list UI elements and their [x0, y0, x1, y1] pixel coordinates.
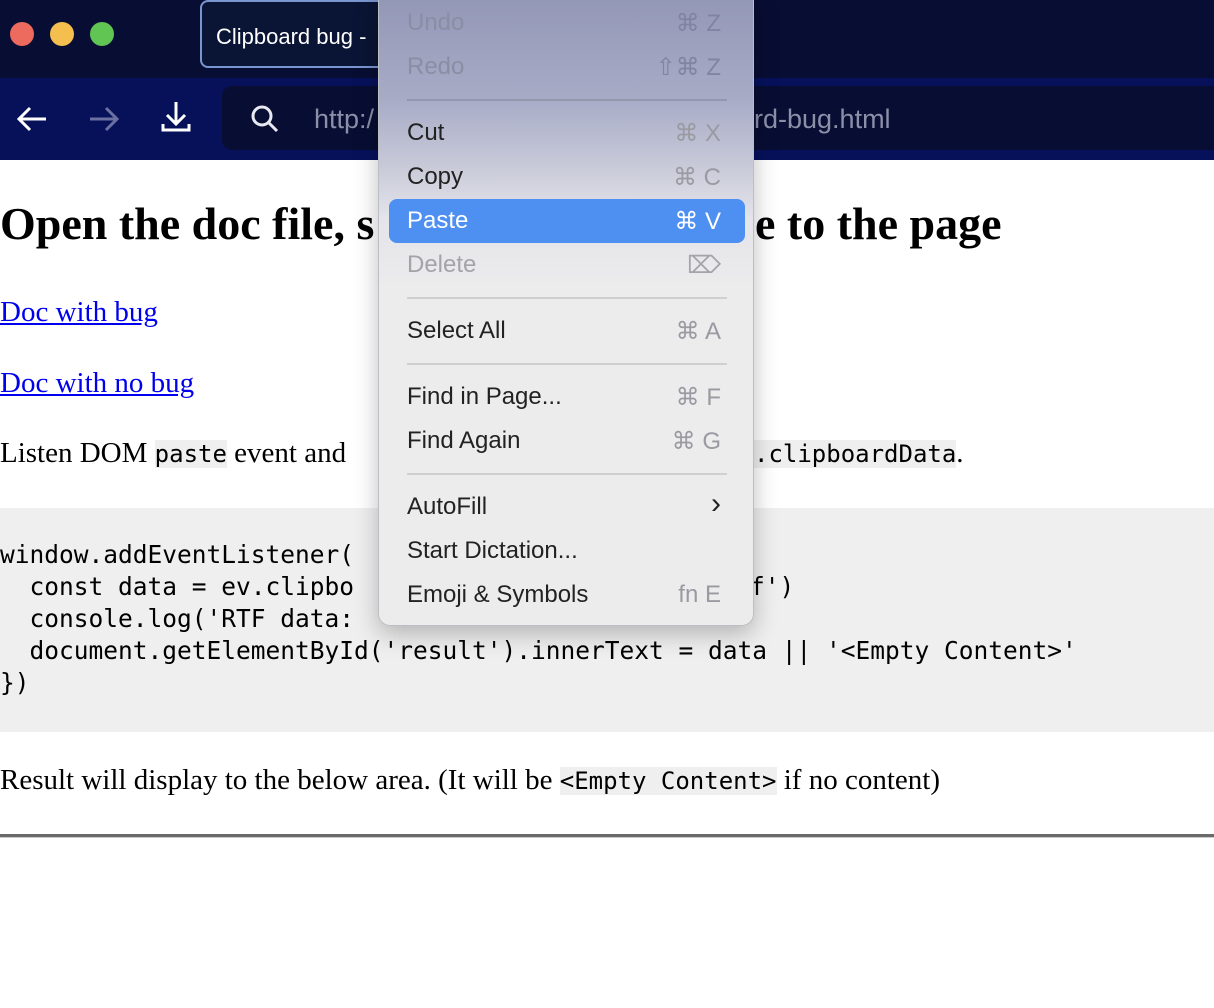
menu-label: Redo	[407, 53, 465, 80]
chevron-right-icon: ›	[711, 487, 721, 520]
result-description: Result will display to the below area. (…	[0, 764, 940, 797]
code-line: window.addEventListener(	[0, 540, 355, 569]
arrow-right-icon[interactable]	[88, 104, 120, 134]
shortcut: fn E	[678, 581, 721, 608]
menu-label: Cut	[407, 119, 445, 146]
text: if no content)	[776, 764, 940, 796]
menu-label: Undo	[407, 9, 465, 36]
text: event and	[226, 437, 347, 469]
url-text-end: rd-bug.html	[754, 104, 891, 134]
menu-item-redo[interactable]: Redo ⇧⌘ Z	[389, 45, 745, 89]
menu-item-start-dictation[interactable]: Start Dictation...	[389, 529, 745, 573]
instruction-paragraph-right: .clipboardData.	[754, 437, 964, 470]
menu-label: Paste	[407, 207, 469, 234]
menu-item-delete[interactable]: Delete ⌦	[389, 243, 745, 287]
code-line: const data = ev.clipbo	[0, 572, 355, 601]
close-window-button[interactable]	[10, 22, 34, 46]
doc-with-bug-link[interactable]: Doc with bug	[0, 296, 158, 329]
shortcut: ⌘ C	[673, 164, 721, 191]
menu-separator	[407, 473, 727, 475]
shortcut: ⌘ Z	[675, 10, 721, 37]
menu-item-emoji-symbols[interactable]: Emoji & Symbols fn E	[389, 573, 745, 617]
code-line: console.log('RTF data:	[0, 604, 355, 633]
menu-item-copy[interactable]: Copy ⌘ C	[389, 155, 745, 199]
menu-label: Emoji & Symbols	[407, 581, 589, 608]
context-menu: Undo ⌘ Z Redo ⇧⌘ Z Cut ⌘ X Copy ⌘ C Paste ⌘ V…	[378, 0, 754, 626]
shortcut: ⌘ F	[675, 384, 721, 411]
arrow-left-icon[interactable]	[16, 104, 48, 134]
menu-item-find-in-page[interactable]: Find in Page... ⌘ F	[389, 375, 745, 419]
menu-label: Select All	[407, 317, 506, 344]
text: Listen DOM	[0, 437, 155, 469]
inline-code: paste	[154, 440, 227, 468]
menu-separator	[407, 99, 727, 101]
menu-label: Find Again	[407, 427, 521, 454]
shortcut: ⌘ G	[671, 428, 721, 455]
zoom-window-button[interactable]	[90, 22, 114, 46]
menu-item-undo[interactable]: Undo ⌘ Z	[389, 1, 745, 45]
menu-separator	[407, 363, 727, 365]
code-line: })	[0, 668, 30, 697]
code-line-fragment: f')	[750, 572, 795, 601]
text: Result will display to the below area. (…	[0, 764, 560, 796]
doc-with-no-bug-link[interactable]: Doc with no bug	[0, 367, 194, 400]
menu-item-paste[interactable]: Paste ⌘ V	[389, 199, 745, 243]
menu-label: AutoFill	[407, 493, 488, 520]
menu-label: Delete	[407, 251, 477, 278]
horizontal-rule	[0, 834, 1214, 838]
menu-label: Start Dictation...	[407, 537, 578, 564]
search-icon	[251, 105, 279, 133]
page-heading-left: Open the doc file, s	[0, 198, 375, 249]
menu-label: Copy	[407, 163, 464, 190]
instruction-paragraph-left: Listen DOM paste event and	[0, 437, 346, 470]
url-text-start: http:/	[314, 104, 375, 134]
page-heading-right: e to the page	[755, 198, 1002, 249]
inline-code: .clipboardData	[754, 440, 957, 468]
inline-code: <Empty Content>	[559, 767, 777, 795]
shortcut: ⌘ A	[675, 318, 721, 345]
delete-forward-icon: ⌦	[687, 252, 721, 279]
minimize-window-button[interactable]	[50, 22, 74, 46]
menu-item-select-all[interactable]: Select All ⌘ A	[389, 309, 745, 353]
menu-separator	[407, 297, 727, 299]
shortcut: ⌘ V	[674, 208, 721, 235]
download-icon[interactable]	[160, 100, 192, 134]
code-line: document.getElementById('result').innerT…	[0, 636, 1077, 665]
menu-item-autofill[interactable]: AutoFill ›	[389, 485, 745, 529]
menu-label: Find in Page...	[407, 383, 562, 410]
tab-title: Clipboard bug -	[216, 24, 367, 49]
shortcut: ⌘ X	[674, 120, 721, 147]
menu-item-find-again[interactable]: Find Again ⌘ G	[389, 419, 745, 463]
text: .	[956, 437, 964, 469]
shortcut: ⇧⌘ Z	[655, 54, 721, 81]
menu-item-cut[interactable]: Cut ⌘ X	[389, 111, 745, 155]
